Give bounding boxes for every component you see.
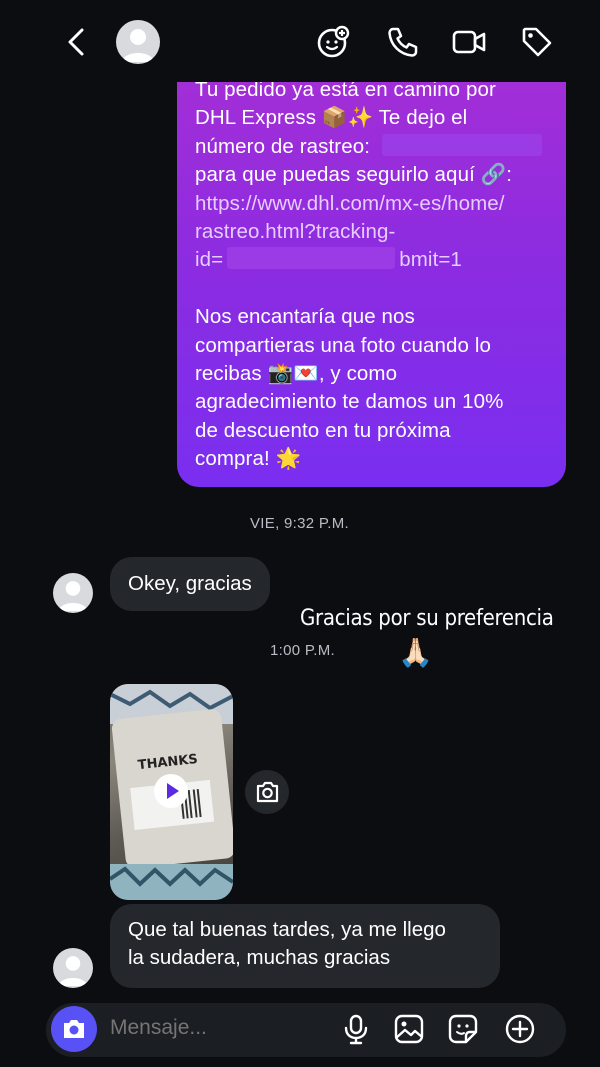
sticker-icon <box>448 1014 478 1044</box>
link-fragment: id= <box>195 248 224 272</box>
video-call-button[interactable] <box>451 24 487 60</box>
sticker-button[interactable] <box>446 1012 480 1046</box>
call-button[interactable] <box>385 24 421 60</box>
tracking-label: número de rastreo: <box>195 134 370 158</box>
camera-icon <box>64 1020 84 1038</box>
incoming-message-bubble[interactable]: Que tal buenas tardes, ya me llego la su… <box>110 904 500 988</box>
default-avatar-icon <box>58 956 88 987</box>
redacted-tracking-id <box>227 247 396 270</box>
play-button[interactable] <box>154 774 188 808</box>
sticker-add-icon <box>317 25 350 58</box>
message-line: compra! 🌟 <box>195 447 302 471</box>
message-line: DHL Express 📦✨ Te dejo el <box>195 106 468 130</box>
tracking-link[interactable]: id= bmit=1 <box>195 246 548 274</box>
message-text: Okey, gracias <box>128 572 252 595</box>
message-input[interactable] <box>110 1016 310 1040</box>
tracking-link[interactable]: https://www.dhl.com/mx-es/home/ <box>195 190 548 218</box>
sticker-add-button[interactable] <box>315 24 351 60</box>
gallery-button[interactable] <box>392 1012 426 1046</box>
message-line: de descuento en tu próxima <box>195 418 451 442</box>
default-avatar-icon <box>122 29 154 62</box>
message-line: número de rastreo: <box>195 133 548 161</box>
message-line: la sudadera, muchas gracias <box>128 946 391 969</box>
avatar[interactable] <box>53 573 93 613</box>
camera-icon <box>256 781 279 803</box>
redacted-tracking-number <box>382 133 542 156</box>
play-icon <box>167 783 179 799</box>
message-line: para que puedas seguirlo aquí 🔗: <box>195 163 513 187</box>
message-line: Nos encantaría que nos <box>195 305 415 329</box>
message-line: agradecimiento te damos un 10% <box>195 390 504 414</box>
message-line: compartieras una foto cuando lo <box>195 333 491 357</box>
tracking-link[interactable]: rastreo.html?tracking- <box>195 218 548 246</box>
plus-circle-icon <box>505 1014 535 1044</box>
incoming-message-bubble[interactable]: Okey, gracias <box>110 557 270 611</box>
sticker-caption: Gracias por su preferencia <box>300 606 554 631</box>
back-button[interactable] <box>60 24 96 60</box>
praying-hands-sticker: 🙏🏻 <box>398 637 433 668</box>
link-fragment: bmit=1 <box>399 248 462 272</box>
timestamp: VIE, 9:32 P.M. <box>250 515 349 532</box>
default-avatar-icon <box>58 581 88 612</box>
tag-button[interactable] <box>519 24 555 60</box>
message-line: Que tal buenas tardes, ya me llego <box>128 918 446 941</box>
voice-message-button[interactable] <box>339 1012 373 1046</box>
chevron-left-icon <box>68 28 84 56</box>
avatar[interactable] <box>116 20 160 64</box>
chat-header <box>0 0 600 82</box>
reply-camera-button[interactable] <box>245 770 289 814</box>
camera-button[interactable] <box>51 1006 97 1052</box>
phone-icon <box>388 27 418 57</box>
timestamp: 1:00 P.M. <box>270 642 335 659</box>
microphone-icon <box>344 1014 368 1045</box>
more-options-button[interactable] <box>503 1012 537 1046</box>
outgoing-message-bubble[interactable]: Tu pedido ya está en camino por DHL Expr… <box>177 60 566 487</box>
tag-icon <box>522 27 552 57</box>
gallery-icon <box>394 1014 424 1044</box>
message-line: recibas 📸💌, y como <box>195 362 398 386</box>
avatar[interactable] <box>53 948 93 988</box>
video-camera-icon <box>452 30 486 54</box>
